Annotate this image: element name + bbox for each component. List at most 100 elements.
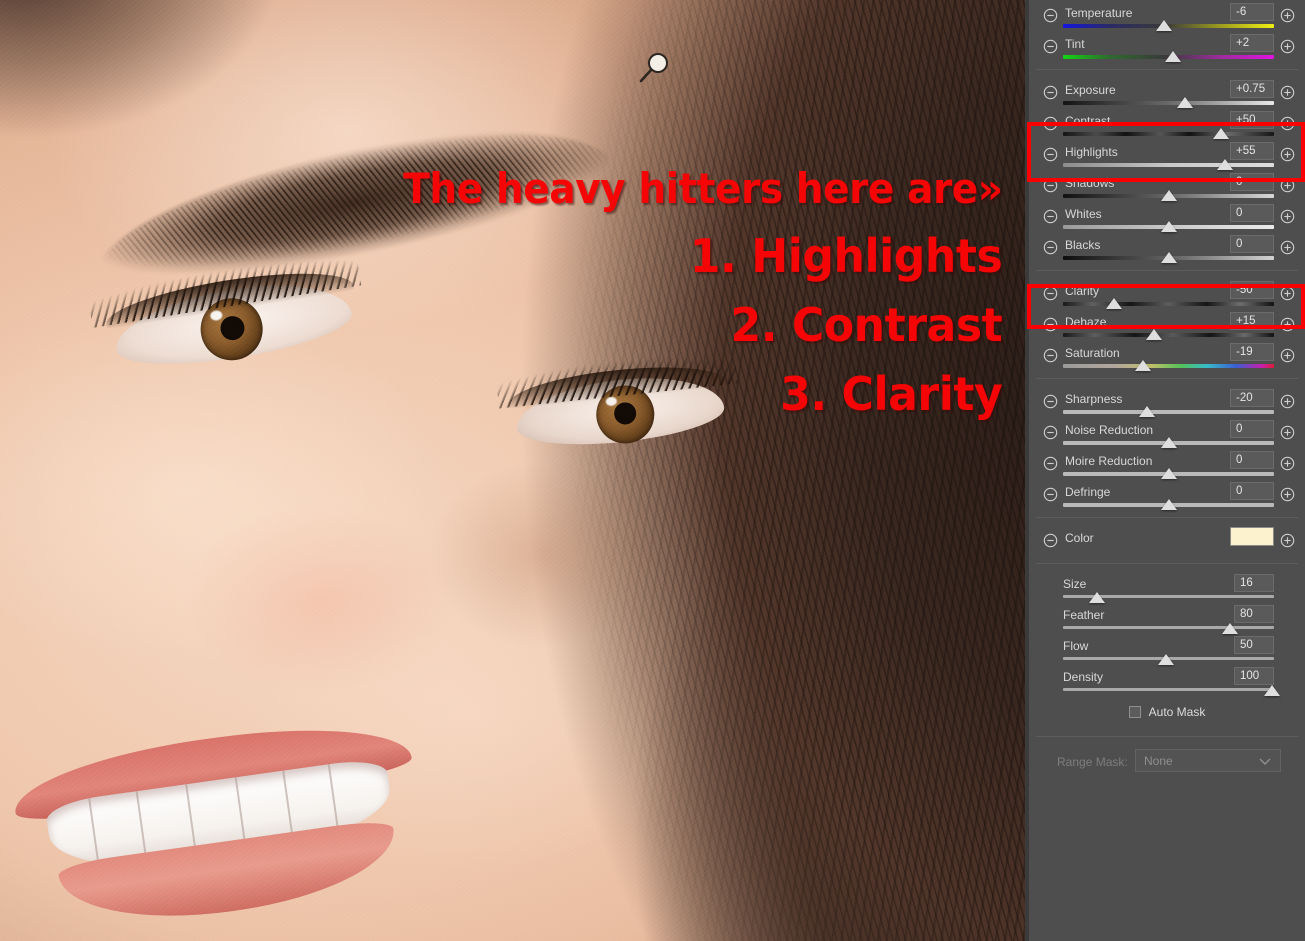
decrease-moire-reduction-icon[interactable]	[1043, 456, 1058, 471]
increase-saturation-icon[interactable]	[1280, 348, 1295, 363]
slider-row-exposure[interactable]: Exposure +0.75	[1029, 77, 1305, 108]
increase-tint-icon[interactable]	[1280, 39, 1295, 54]
increase-dehaze-icon[interactable]	[1280, 317, 1295, 332]
increase-contrast-icon[interactable]	[1280, 116, 1295, 131]
slider-thumb-sharpness[interactable]	[1139, 406, 1156, 417]
brush-row-feather[interactable]: Feather 80	[1029, 602, 1305, 634]
increase-blacks-icon[interactable]	[1280, 240, 1295, 255]
auto-mask-checkbox[interactable]	[1128, 706, 1141, 718]
slider-row-shadows[interactable]: Shadows 0	[1029, 170, 1305, 201]
slider-track-sharpness[interactable]	[1063, 410, 1274, 414]
slider-value-noise-reduction[interactable]: 0	[1230, 420, 1274, 438]
slider-value-moire-reduction[interactable]: 0	[1230, 451, 1274, 469]
slider-row-clarity[interactable]: Clarity -50	[1029, 278, 1305, 309]
increase-defringe-icon[interactable]	[1280, 487, 1295, 502]
slider-value-whites[interactable]: 0	[1230, 204, 1274, 222]
slider-row-highlights[interactable]: Highlights +55	[1029, 139, 1305, 170]
decrease-whites-icon[interactable]	[1043, 209, 1058, 224]
slider-value-shadows[interactable]: 0	[1230, 173, 1274, 191]
range-mask-select[interactable]: None	[1135, 749, 1281, 772]
slider-thumb-noise-reduction[interactable]	[1160, 437, 1177, 448]
slider-thumb-moire-reduction[interactable]	[1160, 468, 1177, 479]
slider-track-highlights[interactable]	[1063, 163, 1274, 167]
decrease-contrast-icon[interactable]	[1043, 116, 1058, 131]
slider-value-saturation[interactable]: -19	[1230, 343, 1274, 361]
slider-value-temperature[interactable]: -6	[1230, 3, 1274, 21]
slider-thumb-contrast[interactable]	[1213, 128, 1230, 139]
slider-value-dehaze[interactable]: +15	[1230, 312, 1274, 330]
slider-value-blacks[interactable]: 0	[1230, 235, 1274, 253]
increase-shadows-icon[interactable]	[1280, 178, 1295, 193]
brush-track-feather[interactable]	[1063, 626, 1274, 629]
increase-noise-reduction-icon[interactable]	[1280, 425, 1295, 440]
brush-row-flow[interactable]: Flow 50	[1029, 633, 1305, 665]
decrease-saturation-icon[interactable]	[1043, 348, 1058, 363]
increase-temperature-icon[interactable]	[1280, 8, 1295, 23]
brush-thumb-density[interactable]	[1263, 685, 1280, 696]
decrease-sharpness-icon[interactable]	[1043, 394, 1058, 409]
slider-row-defringe[interactable]: Defringe 0	[1029, 479, 1305, 510]
slider-thumb-highlights[interactable]	[1217, 159, 1234, 170]
increase-sharpness-icon[interactable]	[1280, 394, 1295, 409]
slider-row-dehaze[interactable]: Dehaze +15	[1029, 309, 1305, 340]
decrease-exposure-icon[interactable]	[1043, 85, 1058, 100]
decrease-noise-reduction-icon[interactable]	[1043, 425, 1058, 440]
increase-highlights-icon[interactable]	[1280, 147, 1295, 162]
slider-value-exposure[interactable]: +0.75	[1230, 80, 1274, 98]
slider-row-tint[interactable]: Tint +2	[1029, 31, 1305, 62]
slider-value-tint[interactable]: +2	[1230, 34, 1274, 52]
increase-whites-icon[interactable]	[1280, 209, 1295, 224]
brush-value-flow[interactable]: 50	[1234, 636, 1274, 654]
brush-value-size[interactable]: 16	[1234, 574, 1274, 592]
brush-row-size[interactable]: Size 16	[1029, 571, 1305, 603]
decrease-defringe-icon[interactable]	[1043, 487, 1058, 502]
slider-thumb-whites[interactable]	[1160, 221, 1177, 232]
brush-value-feather[interactable]: 80	[1234, 605, 1274, 623]
decrease-tint-icon[interactable]	[1043, 39, 1058, 54]
decrease-highlights-icon[interactable]	[1043, 147, 1058, 162]
decrease-temperature-icon[interactable]	[1043, 8, 1058, 23]
decrease-shadows-icon[interactable]	[1043, 178, 1058, 193]
slider-row-sharpness[interactable]: Sharpness -20	[1029, 386, 1305, 417]
chevron-down-icon[interactable]	[1259, 758, 1271, 766]
slider-track-dehaze[interactable]	[1063, 333, 1274, 337]
slider-track-clarity[interactable]	[1063, 302, 1274, 306]
increase-color-icon[interactable]	[1280, 533, 1295, 548]
slider-thumb-clarity[interactable]	[1105, 298, 1122, 309]
slider-row-moire-reduction[interactable]: Moire Reduction 0	[1029, 448, 1305, 479]
slider-value-defringe[interactable]: 0	[1230, 482, 1274, 500]
slider-value-clarity[interactable]: -50	[1230, 281, 1274, 299]
brush-track-density[interactable]	[1063, 688, 1274, 691]
slider-row-blacks[interactable]: Blacks 0	[1029, 232, 1305, 263]
color-swatch[interactable]	[1230, 527, 1274, 546]
slider-thumb-blacks[interactable]	[1160, 252, 1177, 263]
slider-row-contrast[interactable]: Contrast +50	[1029, 108, 1305, 139]
auto-mask-row[interactable]: Auto Mask	[1029, 695, 1305, 729]
slider-thumb-tint[interactable]	[1164, 51, 1181, 62]
decrease-blacks-icon[interactable]	[1043, 240, 1058, 255]
decrease-color-icon[interactable]	[1043, 533, 1058, 548]
decrease-dehaze-icon[interactable]	[1043, 317, 1058, 332]
slider-thumb-dehaze[interactable]	[1145, 329, 1162, 340]
slider-value-highlights[interactable]: +55	[1230, 142, 1274, 160]
slider-row-noise-reduction[interactable]: Noise Reduction 0	[1029, 417, 1305, 448]
slider-row-temperature[interactable]: Temperature -6	[1029, 0, 1305, 31]
increase-moire-reduction-icon[interactable]	[1280, 456, 1295, 471]
increase-clarity-icon[interactable]	[1280, 286, 1295, 301]
slider-value-sharpness[interactable]: -20	[1230, 389, 1274, 407]
slider-thumb-exposure[interactable]	[1177, 97, 1194, 108]
slider-track-contrast[interactable]	[1063, 132, 1274, 136]
slider-row-color[interactable]: Color	[1029, 525, 1305, 556]
slider-track-exposure[interactable]	[1063, 101, 1274, 105]
increase-exposure-icon[interactable]	[1280, 85, 1295, 100]
slider-row-saturation[interactable]: Saturation -19	[1029, 340, 1305, 371]
slider-thumb-saturation[interactable]	[1135, 360, 1152, 371]
slider-row-whites[interactable]: Whites 0	[1029, 201, 1305, 232]
photo-canvas[interactable]: The heavy hitters here are» 1. Highlight…	[0, 0, 1025, 941]
range-mask-row[interactable]: Range Mask: None	[1029, 747, 1305, 781]
slider-track-saturation[interactable]	[1063, 364, 1274, 368]
slider-thumb-shadows[interactable]	[1160, 190, 1177, 201]
decrease-clarity-icon[interactable]	[1043, 286, 1058, 301]
brush-value-density[interactable]: 100	[1234, 667, 1274, 685]
slider-thumb-temperature[interactable]	[1156, 20, 1173, 31]
